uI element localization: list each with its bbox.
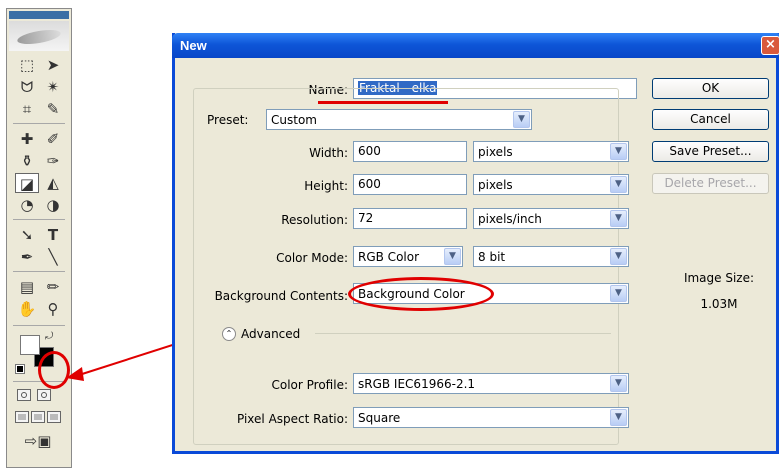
standard-mode-button[interactable] xyxy=(17,389,31,401)
move-tool-icon[interactable]: ➤ xyxy=(41,55,65,75)
jump-to-imageready-icon[interactable]: ⇨▣ xyxy=(15,431,61,451)
swap-colors-icon[interactable]: ⤾ xyxy=(45,331,53,342)
marquee-tool-icon[interactable]: ⬚ xyxy=(15,55,39,75)
resolution-unit-value: pixels/inch xyxy=(478,212,542,226)
toolbox-divider xyxy=(13,271,65,272)
height-label: Height: xyxy=(304,179,348,193)
standard-screen-mode-button[interactable] xyxy=(15,411,29,423)
chevron-down-icon: ▼ xyxy=(610,375,627,392)
width-label: Width: xyxy=(309,146,348,160)
full-screen-mode-button[interactable] xyxy=(47,411,61,423)
chevron-down-icon: ▼ xyxy=(513,111,530,128)
width-field[interactable]: 600 xyxy=(353,141,467,162)
annotation-circle xyxy=(38,351,70,389)
height-unit-dropdown[interactable]: pixels ▼ xyxy=(473,174,629,195)
delete-preset-button: Delete Preset... xyxy=(652,173,769,194)
pixel-aspect-ratio-dropdown[interactable]: Square ▼ xyxy=(353,407,629,428)
screen-mode-icon xyxy=(50,414,58,420)
history-brush-tool-icon[interactable]: ✑ xyxy=(41,151,65,171)
image-size-label: Image Size: xyxy=(683,271,755,285)
dialog-titlebar[interactable]: New × xyxy=(172,33,779,58)
bit-depth-dropdown[interactable]: 8 bit ▼ xyxy=(473,246,629,267)
new-document-dialog: New × Name: Fraktal - elka Preset: Custo… xyxy=(172,33,779,454)
full-screen-menu-mode-button[interactable] xyxy=(31,411,45,423)
screen-mode-icon xyxy=(34,414,42,420)
background-contents-label: Background Contents: xyxy=(214,289,348,303)
toolbox-divider xyxy=(13,219,65,220)
toolbox-divider xyxy=(13,123,65,124)
feather-icon xyxy=(16,27,62,47)
healing-brush-tool-icon[interactable]: ✚ xyxy=(15,129,39,149)
dodge-tool-icon[interactable]: ◑ xyxy=(41,195,65,215)
cancel-button[interactable]: Cancel xyxy=(652,109,769,130)
dialog-title: New xyxy=(180,38,207,53)
standard-mode-icon xyxy=(21,392,27,398)
bit-depth-value: 8 bit xyxy=(478,250,506,264)
image-size-value: 1.03M xyxy=(700,297,738,311)
advanced-label[interactable]: Advanced xyxy=(241,327,300,341)
resolution-unit-dropdown[interactable]: pixels/inch ▼ xyxy=(473,208,629,229)
type-tool-icon[interactable]: T xyxy=(41,225,65,245)
chevron-down-icon: ▼ xyxy=(610,143,627,160)
path-selection-tool-icon[interactable]: ➘ xyxy=(15,225,39,245)
brush-tool-icon[interactable]: ✐ xyxy=(41,129,65,149)
height-unit-value: pixels xyxy=(478,178,513,192)
quick-mask-mode-button[interactable] xyxy=(37,389,51,401)
magic-wand-tool-icon[interactable]: ✴ xyxy=(41,77,65,97)
crop-tool-icon[interactable]: ⌗ xyxy=(15,99,39,119)
chevron-down-icon: ▼ xyxy=(610,176,627,193)
color-profile-value: sRGB IEC61966-2.1 xyxy=(358,377,476,391)
annotation-circle xyxy=(348,277,494,311)
close-button[interactable]: × xyxy=(761,36,779,55)
line-tool-icon[interactable]: ╲ xyxy=(41,247,65,267)
lasso-tool-icon[interactable]: ᗢ xyxy=(15,77,39,97)
hand-tool-icon[interactable]: ✋ xyxy=(15,299,39,319)
chevron-down-icon: ▼ xyxy=(610,285,627,302)
chevron-down-icon: ▼ xyxy=(610,210,627,227)
foreground-color-swatch[interactable] xyxy=(20,335,40,355)
resolution-label: Resolution: xyxy=(281,213,348,227)
adobe-online-button[interactable] xyxy=(9,21,69,51)
advanced-divider xyxy=(315,333,611,334)
color-mode-value: RGB Color xyxy=(358,250,420,264)
close-icon: × xyxy=(765,37,776,52)
screen-mode-icon xyxy=(18,414,26,420)
height-field[interactable]: 600 xyxy=(353,174,467,195)
color-mode-dropdown[interactable]: RGB Color ▼ xyxy=(353,246,463,267)
quick-mask-icon xyxy=(41,392,47,398)
paint-bucket-tool-icon[interactable]: ◭ xyxy=(41,173,65,193)
chevron-down-icon: ▼ xyxy=(444,248,461,265)
clone-stamp-tool-icon[interactable]: ⚱ xyxy=(15,151,39,171)
chevron-down-icon: ▼ xyxy=(610,409,627,426)
eyedropper-tool-icon[interactable]: ✏ xyxy=(41,277,65,297)
color-mode-label: Color Mode: xyxy=(276,251,348,265)
save-preset-button[interactable]: Save Preset... xyxy=(652,141,769,162)
resolution-field[interactable]: 72 xyxy=(353,208,467,229)
blur-tool-icon[interactable]: ◔ xyxy=(15,195,39,215)
zoom-tool-icon[interactable]: ⚲ xyxy=(41,299,65,319)
color-profile-label: Color Profile: xyxy=(271,378,349,392)
pixel-aspect-ratio-value: Square xyxy=(358,411,401,425)
chevron-down-icon: ▼ xyxy=(610,248,627,265)
collapse-advanced-icon[interactable]: ⌃ xyxy=(222,327,236,341)
toolbox-divider xyxy=(13,325,65,326)
notes-tool-icon[interactable]: ▤ xyxy=(15,277,39,297)
width-unit-dropdown[interactable]: pixels ▼ xyxy=(473,141,629,162)
ok-button[interactable]: OK xyxy=(652,78,769,99)
tools-palette: ⬚ ➤ ᗢ ✴ ⌗ ✎ ✚ ✐ ⚱ ✑ ◪ ◭ ◔ ◑ ➘ T ✒ ╲ ▤ ✏ … xyxy=(6,8,72,468)
palette-grip[interactable] xyxy=(9,11,69,19)
preset-value: Custom xyxy=(271,113,317,127)
preset-dropdown[interactable]: Custom ▼ xyxy=(266,109,532,130)
pen-tool-icon[interactable]: ✒ xyxy=(15,247,39,267)
eraser-tool-icon[interactable]: ◪ xyxy=(15,173,39,193)
pixel-aspect-ratio-label: Pixel Aspect Ratio: xyxy=(237,412,348,426)
preset-label: Preset: xyxy=(203,113,260,127)
slice-tool-icon[interactable]: ✎ xyxy=(41,99,65,119)
width-unit-value: pixels xyxy=(478,145,513,159)
color-profile-dropdown[interactable]: sRGB IEC61966-2.1 ▼ xyxy=(353,373,629,394)
default-colors-icon[interactable] xyxy=(15,364,25,374)
